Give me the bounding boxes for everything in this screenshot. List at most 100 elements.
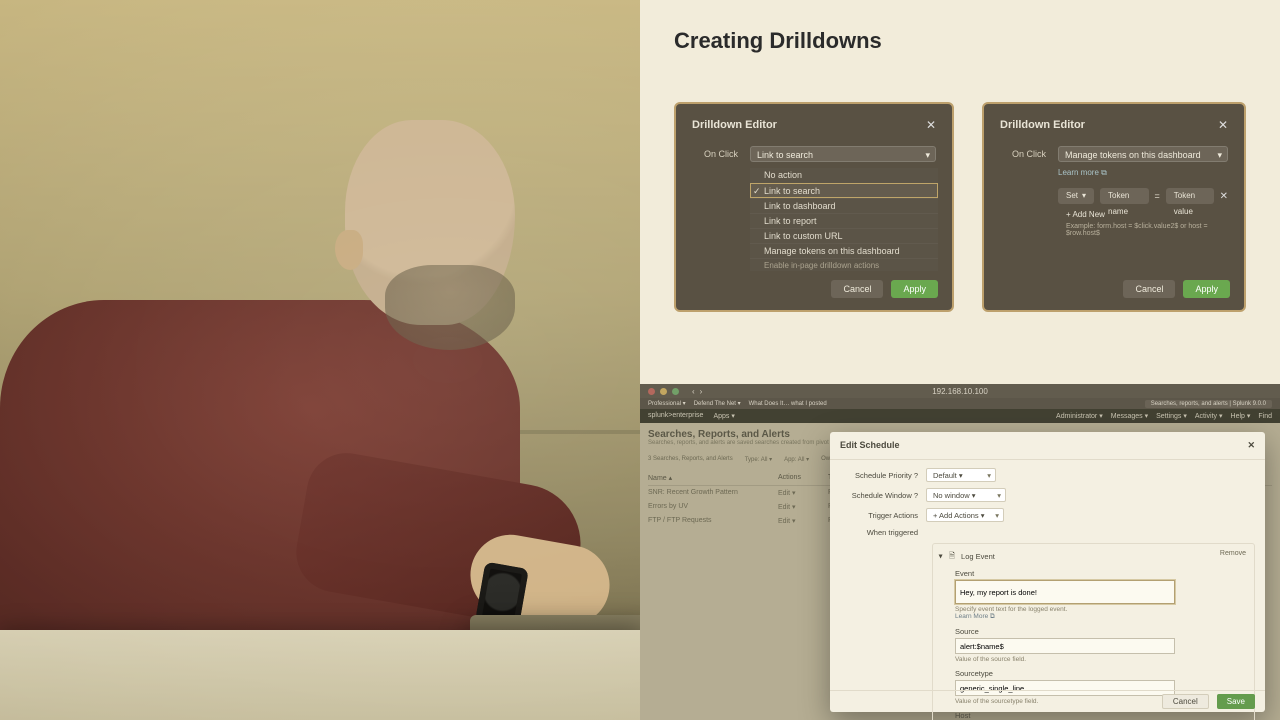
drilldown-editor-panel-left: Drilldown Editor ✕ On Click Link to sear… <box>674 102 954 312</box>
topnav-item[interactable]: Activity ▾ <box>1195 412 1223 420</box>
apply-button[interactable]: Apply <box>891 280 938 298</box>
cancel-button[interactable]: Cancel <box>831 280 883 298</box>
save-button[interactable]: Save <box>1217 694 1255 709</box>
close-icon[interactable]: ✕ <box>1218 118 1228 132</box>
chevron-down-icon[interactable]: ▸ <box>937 554 946 558</box>
hero-photo <box>0 0 640 720</box>
remove-action-link[interactable]: Remove <box>1220 550 1246 557</box>
screenshot-edit-schedule: ‹ › 192.168.10.100 Professional ▾ Defend… <box>640 384 1280 720</box>
person-beard <box>385 265 515 350</box>
nav-fwd-icon[interactable]: › <box>700 387 703 396</box>
wristwatch <box>475 562 529 629</box>
close-icon[interactable]: ✕ <box>926 118 936 132</box>
when-triggered-label: When triggered <box>840 528 918 537</box>
bm-item[interactable]: Defend The Net ▾ <box>694 400 741 407</box>
action-name: Log Event <box>961 552 995 561</box>
on-click-select[interactable]: Manage tokens on this dashboard <box>1058 146 1228 162</box>
person-arm <box>290 447 590 633</box>
token-action-select[interactable]: Set <box>1058 188 1094 204</box>
person-forearm <box>464 528 616 631</box>
filter[interactable]: App: All ▾ <box>784 456 809 463</box>
apps-menu[interactable]: Apps ▾ <box>713 412 734 420</box>
col-actions: Actions <box>778 474 818 482</box>
schedule-window-select[interactable]: No window ▾ <box>926 488 1006 502</box>
host-label: Host <box>955 711 1246 720</box>
token-row: Set Token name = Token value ✕ <box>1058 188 1228 204</box>
wall-line <box>0 430 640 434</box>
cell[interactable]: Edit ▾ <box>778 503 818 511</box>
schedule-priority-select[interactable]: Default ▾ <box>926 468 996 482</box>
url-field[interactable]: 192.168.10.100 <box>932 387 988 396</box>
on-click-label: On Click <box>1000 149 1046 159</box>
token-name-input[interactable]: Token name <box>1100 188 1148 204</box>
doc-icon: 🗎 <box>949 550 955 563</box>
add-actions-select[interactable]: + Add Actions ▾ <box>926 508 1004 522</box>
person-torso <box>0 300 520 660</box>
option-link-to-report[interactable]: Link to report <box>750 213 938 228</box>
on-click-dropdown: No action Link to search Link to dashboa… <box>750 168 938 271</box>
bm-item[interactable]: Professional ▾ <box>648 400 686 407</box>
cell[interactable]: Edit ▾ <box>778 517 818 525</box>
cell: Errors by UV <box>648 503 768 511</box>
browser-tab[interactable]: Searches, reports, and alerts | Splunk 9… <box>1145 400 1272 408</box>
equals-label: = <box>1155 191 1160 201</box>
nav-back-icon[interactable]: ‹ <box>692 387 695 396</box>
filter[interactable]: 3 Searches, Reports, and Alerts <box>648 456 733 463</box>
cancel-button[interactable]: Cancel <box>1123 280 1175 298</box>
option-link-to-url[interactable]: Link to custom URL <box>750 228 938 243</box>
add-new-token-button[interactable]: + Add New <box>1066 210 1228 219</box>
option-manage-tokens[interactable]: Manage tokens on this dashboard <box>750 243 938 258</box>
learn-more-link[interactable]: Learn More ⧉ <box>955 613 1246 621</box>
cell[interactable]: Edit ▾ <box>778 489 818 497</box>
on-click-label: On Click <box>692 149 738 159</box>
drilldown-editor-panel-right: Drilldown Editor ✕ On Click Manage token… <box>982 102 1246 312</box>
macos-min-icon[interactable] <box>660 388 667 395</box>
col-name[interactable]: Name ▴ <box>648 474 768 482</box>
close-icon[interactable]: ✕ <box>1247 440 1255 451</box>
option-no-action[interactable]: No action <box>750 168 938 183</box>
event-hint: Specify event text for the logged event. <box>955 606 1246 613</box>
option-link-to-dashboard[interactable]: Link to dashboard <box>750 198 938 213</box>
schedule-priority-label: Schedule Priority ? <box>840 471 918 480</box>
apply-button[interactable]: Apply <box>1183 280 1230 298</box>
learn-more-link[interactable]: Learn more ⧉ <box>1058 168 1228 178</box>
event-label: Event <box>955 569 1246 578</box>
person-ear <box>335 230 363 270</box>
bookmarks-bar: Professional ▾ Defend The Net ▾ What Doe… <box>640 398 1280 409</box>
source-hint: Value of the source field. <box>955 656 1246 663</box>
browser-titlebar: ‹ › 192.168.10.100 <box>640 384 1280 398</box>
option-subtext: Enable in-page drilldown actions <box>750 258 938 271</box>
filter[interactable]: Type: All ▾ <box>745 456 772 463</box>
edit-schedule-modal: Edit Schedule ✕ Schedule Priority ? Defa… <box>830 432 1265 712</box>
remove-token-icon[interactable]: ✕ <box>1220 191 1228 202</box>
person-head <box>345 120 515 325</box>
topnav-item[interactable]: Administrator ▾ <box>1056 412 1103 420</box>
slide-creating-drilldowns: Creating Drilldowns Drilldown Editor ✕ O… <box>640 0 1280 384</box>
token-example-text: Example: form.host = $click.value2$ or h… <box>1066 223 1228 237</box>
trigger-actions-label: Trigger Actions <box>840 511 918 520</box>
topnav-item[interactable]: Settings ▾ <box>1156 412 1187 420</box>
panel-title: Drilldown Editor <box>1000 119 1085 131</box>
topnav-item[interactable]: Help ▾ <box>1231 412 1251 420</box>
event-input[interactable] <box>955 580 1175 604</box>
macos-max-icon[interactable] <box>672 388 679 395</box>
on-click-select[interactable]: Link to search <box>750 146 936 162</box>
topnav-item[interactable]: Messages ▾ <box>1111 412 1148 420</box>
macos-close-icon[interactable] <box>648 388 655 395</box>
bm-item[interactable]: What Does It… what I posted <box>749 401 827 407</box>
splunk-topnav: splunk>enterprise Apps ▾ Administrator ▾… <box>640 409 1280 423</box>
cell: FTP / FTP Requests <box>648 517 768 525</box>
source-label: Source <box>955 627 1246 636</box>
sourcetype-label: Sourcetype <box>955 669 1246 678</box>
option-link-to-search[interactable]: Link to search <box>750 183 938 198</box>
laptop <box>470 615 640 655</box>
brand-label: splunk>enterprise <box>648 412 703 420</box>
schedule-window-label: Schedule Window ? <box>840 491 918 500</box>
cell: SNR: Recent Growth Pattern <box>648 489 768 497</box>
source-input[interactable] <box>955 638 1175 654</box>
panel-title: Drilldown Editor <box>692 119 777 131</box>
cancel-button[interactable]: Cancel <box>1162 694 1209 709</box>
topnav-item[interactable]: Find <box>1258 413 1272 420</box>
slide-title: Creating Drilldowns <box>674 28 1246 54</box>
token-value-input[interactable]: Token value <box>1166 188 1214 204</box>
